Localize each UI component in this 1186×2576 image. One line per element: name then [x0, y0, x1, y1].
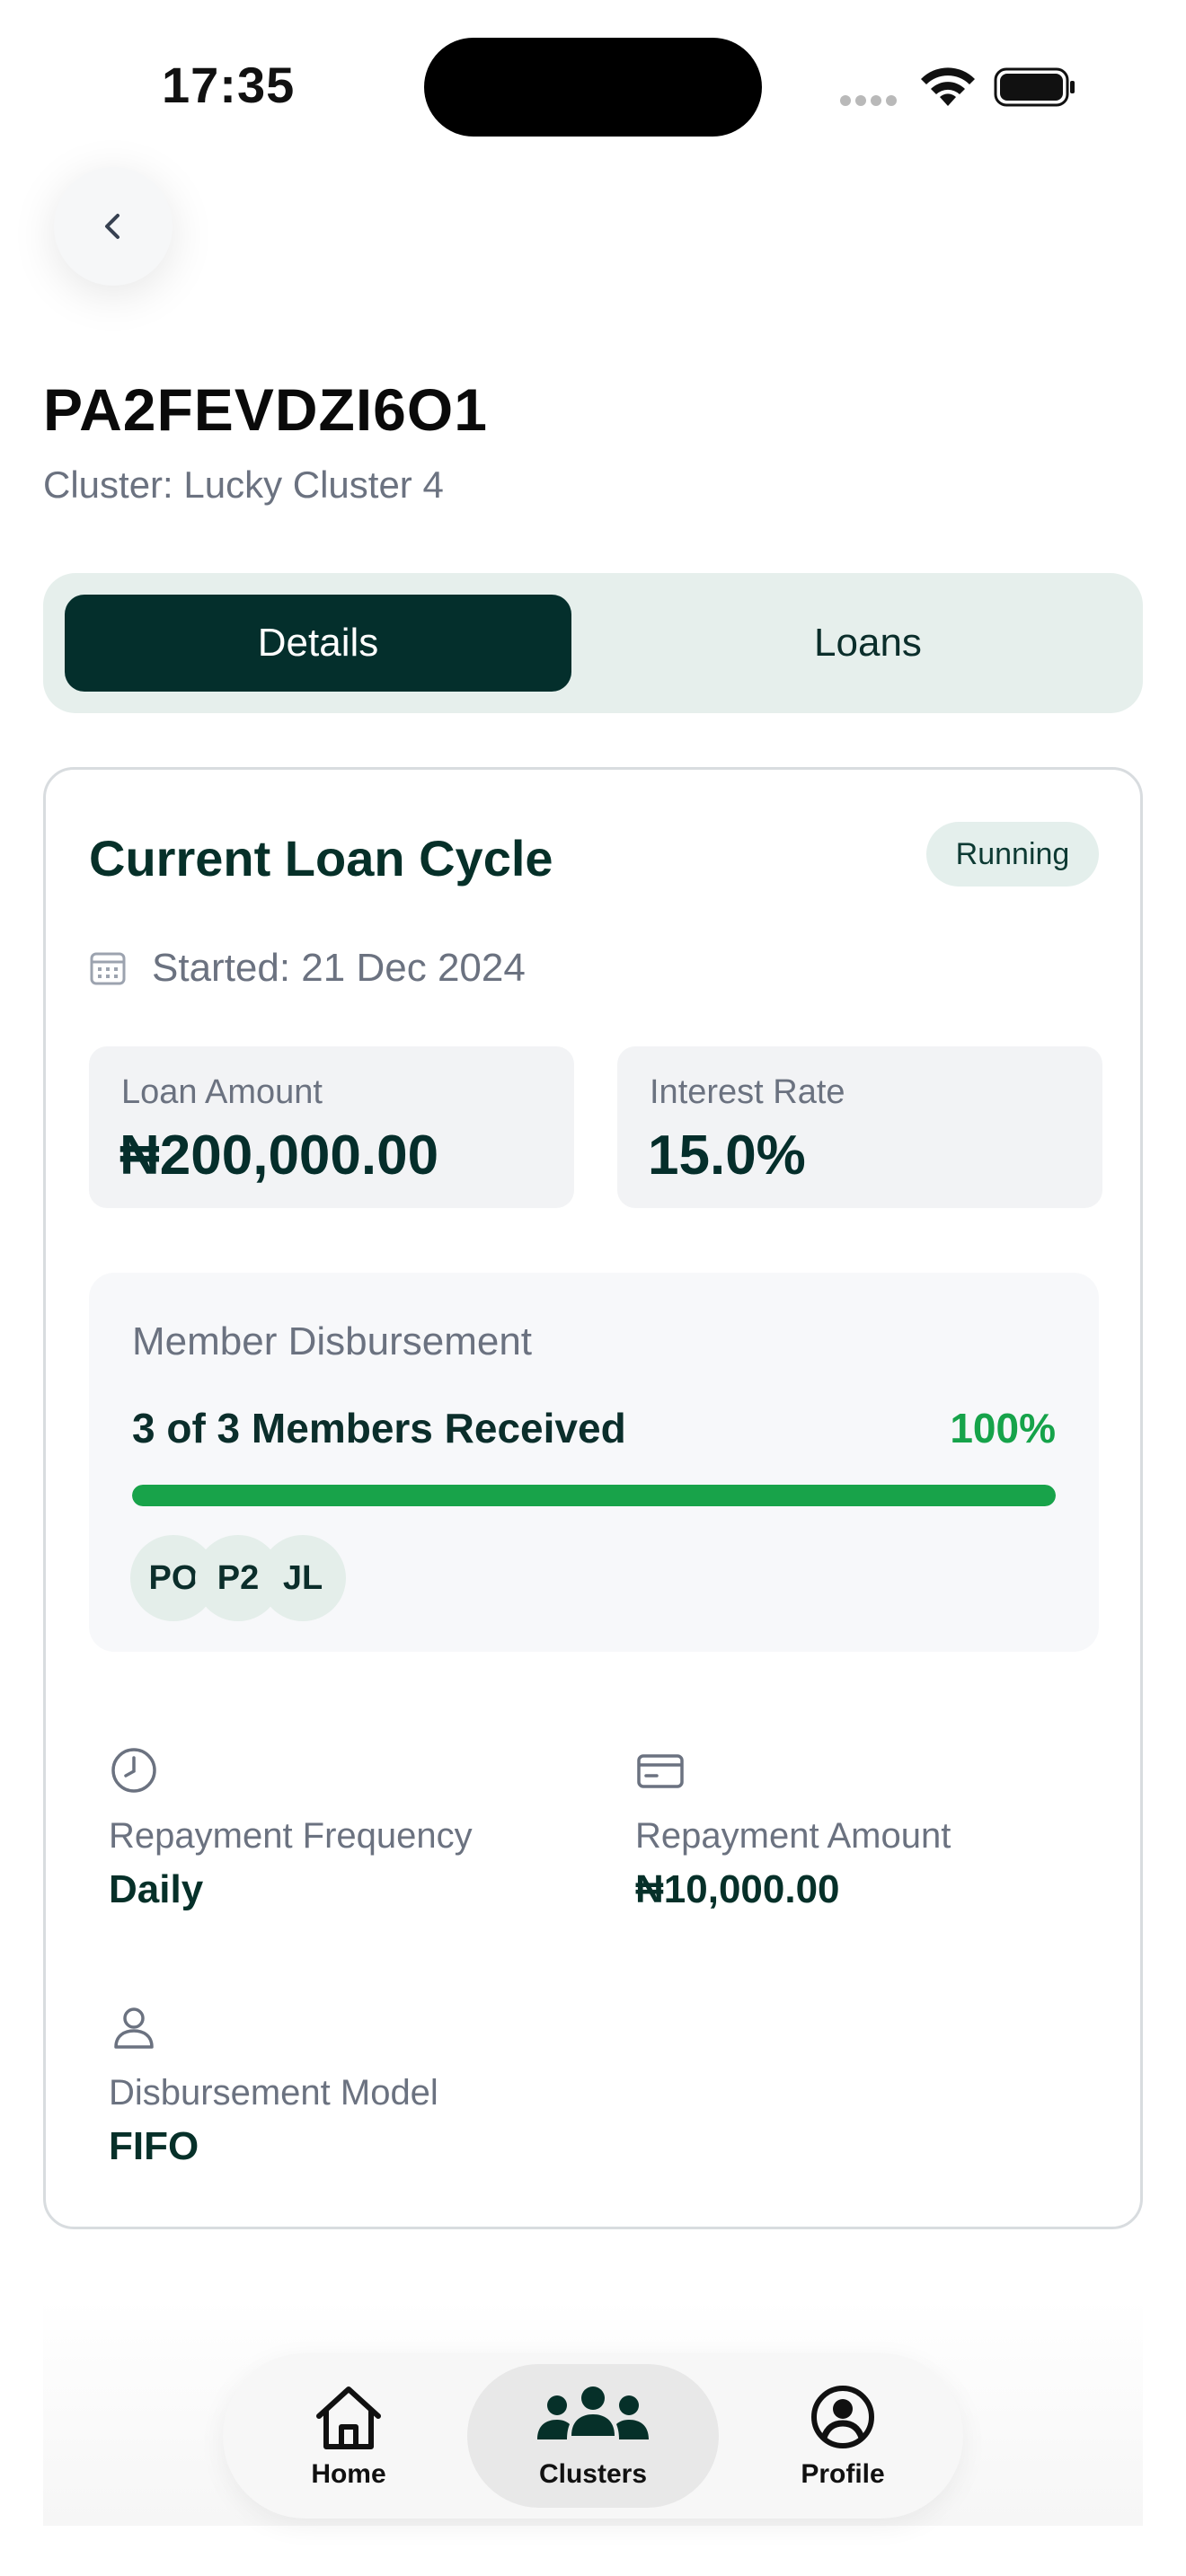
disbursement-model-label: Disbursement Model [109, 2073, 438, 2113]
user-icon [114, 2007, 154, 2049]
home-icon [316, 2386, 381, 2449]
cluster-subtitle: Cluster: Lucky Cluster 4 [43, 463, 444, 506]
wifi-icon [921, 67, 975, 106]
avatar[interactable]: JL [260, 1535, 346, 1621]
card-icon [637, 1754, 684, 1788]
chevron-left-icon [105, 214, 119, 239]
back-button[interactable] [54, 167, 173, 286]
progress-fill [132, 1485, 1056, 1506]
disbursement-model: Disbursement Model FIFO [109, 2002, 438, 2169]
tab-loans[interactable]: Loans [615, 595, 1121, 692]
repayment-frequency-value: Daily [109, 1867, 204, 1911]
status-badge: Running [926, 822, 1099, 887]
nav-home-label: Home [311, 2459, 386, 2489]
clock-icon [111, 1748, 156, 1793]
calendar-icon [90, 952, 126, 985]
users-icon [537, 2386, 649, 2439]
started-date-row: Started: 21 Dec 2024 [89, 946, 526, 991]
nav-clusters[interactable]: Clusters [467, 2364, 719, 2508]
disbursement-title: Member Disbursement [132, 1319, 533, 1363]
nav-profile-label: Profile [801, 2459, 885, 2489]
disbursement-model-value: FIFO [109, 2124, 199, 2168]
status-bar: 17:35 [0, 0, 1186, 171]
repayment-amount: Repayment Amount ₦10,000.00 [635, 1745, 951, 1912]
status-time: 17:35 [162, 57, 296, 113]
started-date: Started: 21 Dec 2024 [152, 946, 526, 990]
signal-icon [840, 94, 903, 107]
disbursement-percent: 100% [950, 1405, 1056, 1451]
card-title: Current Loan Cycle [89, 830, 553, 887]
disbursement-progress-bar [132, 1485, 1056, 1506]
repayment-amount-value: ₦10,000.00 [635, 1867, 840, 1911]
segmented-tabs: Details Loans [43, 573, 1143, 713]
dynamic-island [424, 38, 762, 137]
member-disbursement-panel: Member Disbursement 3 of 3 Members Recei… [89, 1273, 1099, 1652]
nav-home[interactable]: Home [277, 2364, 420, 2508]
loan-amount-label: Loan Amount [121, 1073, 323, 1111]
nav-profile[interactable]: Profile [762, 2364, 924, 2508]
battery-icon [994, 67, 1075, 107]
disbursement-count: 3 of 3 Members Received [132, 1405, 626, 1451]
loan-amount-value: ₦200,000.00 [119, 1125, 439, 1187]
repayment-amount-label: Repayment Amount [635, 1816, 951, 1856]
tab-details[interactable]: Details [65, 595, 571, 692]
repayment-frequency-label: Repayment Frequency [109, 1816, 473, 1856]
repayment-frequency: Repayment Frequency Daily [109, 1745, 473, 1912]
bottom-nav: Home Clusters Profile [223, 2353, 963, 2519]
nav-clusters-label: Clusters [538, 2459, 648, 2489]
interest-rate-box: Interest Rate 15.0% [617, 1046, 1102, 1208]
interest-rate-label: Interest Rate [650, 1073, 845, 1111]
loan-amount-box: Loan Amount ₦200,000.00 [89, 1046, 574, 1208]
page-title: PA2FEVDZI6O1 [43, 376, 488, 443]
loan-cycle-card: Current Loan Cycle Running Started: 21 D… [43, 767, 1143, 2229]
interest-rate-value: 15.0% [648, 1125, 806, 1187]
profile-icon [811, 2386, 874, 2448]
